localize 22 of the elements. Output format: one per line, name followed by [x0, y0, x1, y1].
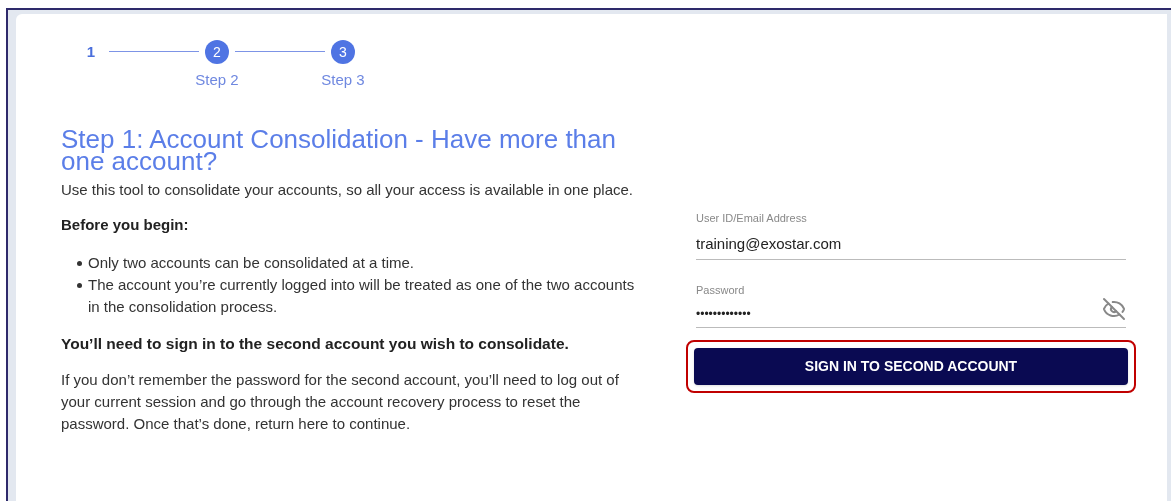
- bullet-text: The account you’re currently logged into will be treated as one of the two accounts in the consolidation process.: [88, 275, 636, 317]
- notice-text: You’ll need to sign in to the second account you wish to consolidate.: [61, 334, 570, 354]
- hide-password-icon[interactable]: [1102, 296, 1126, 321]
- sign-in-button[interactable]: SIGN IN TO SECOND ACCOUNT: [694, 347, 1128, 385]
- field-label: Password: [696, 283, 746, 298]
- step-number: 1: [86, 41, 96, 62]
- bullet-icon: [77, 261, 82, 266]
- bullet-icon: [77, 283, 82, 288]
- field-label: User ID/Email Address: [696, 211, 808, 226]
- step-number: 3: [331, 40, 355, 64]
- section-heading: Before you begin:: [61, 214, 190, 235]
- step-label: Step 2: [195, 70, 239, 90]
- step-number: 2: [205, 40, 229, 64]
- help-text: If you don’t remember the password for the second account, you’ll need to log out of your current session and go through the account recovery process to reset the password. Once that’s done, return here to continue.: [61, 370, 620, 435]
- field-value: training@exostar.com: [696, 233, 843, 254]
- user-id-field[interactable]: User ID/Email Address training@exostar.com: [696, 210, 1126, 260]
- field-value: •••••••••••••: [696, 305, 752, 323]
- password-field[interactable]: Password •••••••••••••: [696, 282, 1126, 328]
- step-label: Step 3: [321, 70, 365, 90]
- page-heading: Step 1: Account Consolidation - Have more than one account?: [61, 127, 617, 172]
- bullet-text: Only two accounts can be consolidated at a time.: [88, 253, 414, 273]
- intro-text: Use this tool to consolidate your accounts, so all your access is available in one place.: [61, 179, 634, 200]
